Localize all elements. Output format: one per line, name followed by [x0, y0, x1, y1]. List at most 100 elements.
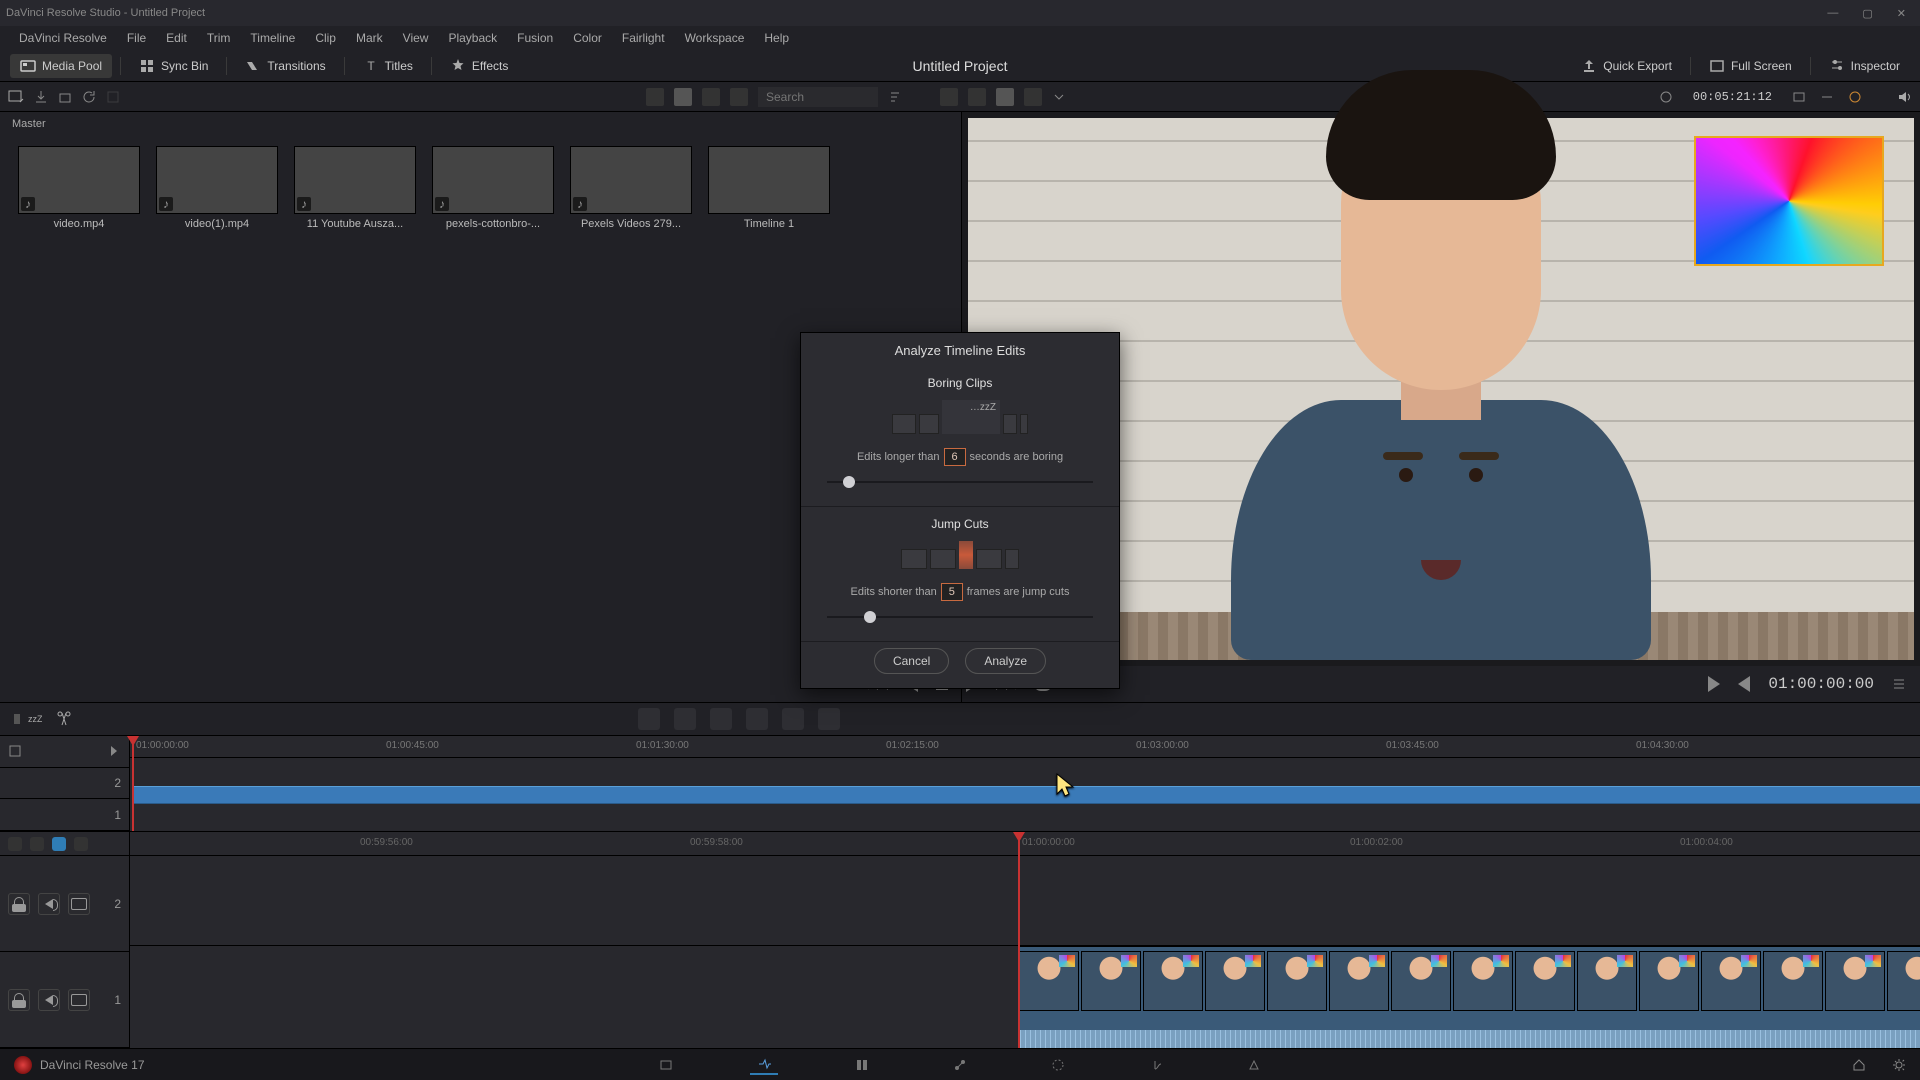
media-clip[interactable]: Timeline 1 — [708, 146, 830, 230]
tab-media-pool[interactable]: Media Pool — [10, 54, 112, 78]
go-in-button[interactable] — [1708, 676, 1720, 692]
analyze-button[interactable]: Analyze — [965, 648, 1046, 674]
track-tool-b-icon[interactable] — [107, 744, 121, 758]
tab-sync-bin[interactable]: Sync Bin — [129, 54, 218, 78]
speaker-icon[interactable] — [1896, 89, 1912, 105]
tab-titles[interactable]: T Titles — [353, 54, 423, 78]
menu-color[interactable]: Color — [564, 28, 611, 48]
track-tool-a-icon[interactable] — [8, 744, 22, 758]
quick-export-button[interactable]: Quick Export — [1571, 54, 1682, 78]
maximize-button[interactable]: ▢ — [1862, 7, 1872, 20]
media-clip[interactable]: ♪11 Youtube Ausza... — [294, 146, 416, 230]
overview-ruler[interactable]: 01:00:00:0001:00:45:0001:01:30:0001:02:1… — [130, 736, 1920, 758]
tab-transitions[interactable]: Transitions — [235, 54, 335, 78]
ripple-overwrite-icon[interactable] — [710, 708, 732, 730]
options-icon[interactable] — [106, 90, 120, 104]
menu-help[interactable]: Help — [755, 28, 798, 48]
boring-seconds-input[interactable] — [944, 448, 966, 466]
import-icon[interactable] — [34, 90, 48, 104]
viewer-single-icon[interactable] — [940, 88, 958, 106]
timeline-playhead[interactable] — [1018, 832, 1020, 1048]
inspector-button[interactable]: Inspector — [1819, 54, 1910, 78]
monitor-track-icon[interactable] — [68, 989, 90, 1011]
lock-track-icon[interactable] — [8, 989, 30, 1011]
safe-area-icon[interactable] — [1659, 90, 1673, 104]
lock-track-icon[interactable] — [8, 893, 30, 915]
page-edit-icon[interactable] — [848, 1055, 876, 1075]
media-clip[interactable]: ♪pexels-cottonbro-... — [432, 146, 554, 230]
cancel-button[interactable]: Cancel — [874, 648, 949, 674]
video-track-2[interactable] — [130, 856, 1920, 946]
media-clip[interactable]: ♪Pexels Videos 279... — [570, 146, 692, 230]
snap-icon[interactable] — [30, 837, 44, 851]
gear-icon[interactable] — [1892, 1058, 1906, 1072]
track-header-v2[interactable]: 2 — [0, 856, 129, 952]
view-list-icon[interactable] — [730, 88, 748, 106]
page-cut-icon[interactable] — [750, 1055, 778, 1075]
source-overwrite-icon[interactable] — [818, 708, 840, 730]
view-strip-icon[interactable] — [702, 88, 720, 106]
overview-playhead[interactable] — [132, 736, 134, 831]
page-fairlight-icon[interactable] — [1142, 1055, 1170, 1075]
new-bin-icon[interactable] — [58, 90, 72, 104]
menu-fusion[interactable]: Fusion — [508, 28, 562, 48]
menu-fairlight[interactable]: Fairlight — [613, 28, 674, 48]
bin-header[interactable]: Master — [0, 112, 961, 136]
media-clip[interactable]: ♪video(1).mp4 — [156, 146, 278, 230]
timeline-options-icon[interactable] — [1892, 677, 1906, 691]
page-color-icon[interactable] — [1044, 1055, 1072, 1075]
record-timecode[interactable]: 01:00:00:00 — [1768, 675, 1874, 693]
menu-app[interactable]: DaVinci Resolve — [10, 28, 116, 48]
close-up-icon[interactable] — [746, 708, 768, 730]
menu-playback[interactable]: Playback — [439, 28, 506, 48]
bin-dropdown-icon[interactable] — [8, 89, 24, 105]
chevron-down-icon[interactable] — [1052, 90, 1066, 104]
page-media-icon[interactable] — [652, 1055, 680, 1075]
page-deliver-icon[interactable] — [1240, 1055, 1268, 1075]
place-on-top-icon[interactable] — [782, 708, 804, 730]
tab-effects[interactable]: Effects — [440, 54, 518, 78]
search-input[interactable] — [758, 87, 878, 107]
viewer-source-icon[interactable] — [996, 88, 1014, 106]
sort-icon[interactable] — [888, 90, 902, 104]
menu-trim[interactable]: Trim — [198, 28, 240, 48]
media-clip[interactable]: ♪video.mp4 — [18, 146, 140, 230]
lock-all-icon[interactable] — [8, 837, 22, 851]
close-button[interactable]: ✕ — [1897, 7, 1906, 20]
jump-frames-input[interactable] — [941, 583, 963, 601]
page-fusion-icon[interactable] — [946, 1055, 974, 1075]
boring-detector-icon[interactable]: zzZ — [14, 708, 42, 730]
go-out-button[interactable] — [1738, 676, 1750, 692]
boring-slider[interactable] — [827, 474, 1093, 490]
mute-track-icon[interactable] — [38, 893, 60, 915]
menu-timeline[interactable]: Timeline — [241, 28, 304, 48]
timeline-ruler[interactable]: 00:59:56:0000:59:58:0001:00:00:0001:00:0… — [130, 832, 1920, 856]
overview-clip[interactable] — [132, 786, 1920, 804]
bypass-icon[interactable] — [1820, 90, 1834, 104]
menu-workspace[interactable]: Workspace — [676, 28, 754, 48]
menu-file[interactable]: File — [118, 28, 155, 48]
viewer-options-icon[interactable] — [1024, 88, 1042, 106]
full-screen-button[interactable]: Full Screen — [1699, 54, 1802, 78]
match-frame-icon[interactable] — [1792, 90, 1806, 104]
split-icon[interactable] — [56, 711, 72, 727]
video-track-1[interactable] — [1018, 946, 1920, 1048]
minimize-button[interactable]: — — [1827, 7, 1838, 20]
smart-insert-icon[interactable] — [638, 708, 660, 730]
append-icon[interactable] — [674, 708, 696, 730]
menu-view[interactable]: View — [394, 28, 438, 48]
menu-edit[interactable]: Edit — [157, 28, 196, 48]
marker-icon[interactable] — [52, 837, 66, 851]
mute-track-icon[interactable] — [38, 989, 60, 1011]
refresh-icon[interactable] — [82, 90, 96, 104]
view-metadata-icon[interactable] — [646, 88, 664, 106]
view-thumb-icon[interactable] — [674, 88, 692, 106]
menu-clip[interactable]: Clip — [306, 28, 345, 48]
flag-icon[interactable] — [74, 837, 88, 851]
viewer-dual-icon[interactable] — [968, 88, 986, 106]
home-icon[interactable] — [1852, 1058, 1866, 1072]
menu-mark[interactable]: Mark — [347, 28, 392, 48]
track-header-v1[interactable]: 1 — [0, 952, 129, 1048]
monitor-track-icon[interactable] — [68, 893, 90, 915]
jump-slider[interactable] — [827, 609, 1093, 625]
